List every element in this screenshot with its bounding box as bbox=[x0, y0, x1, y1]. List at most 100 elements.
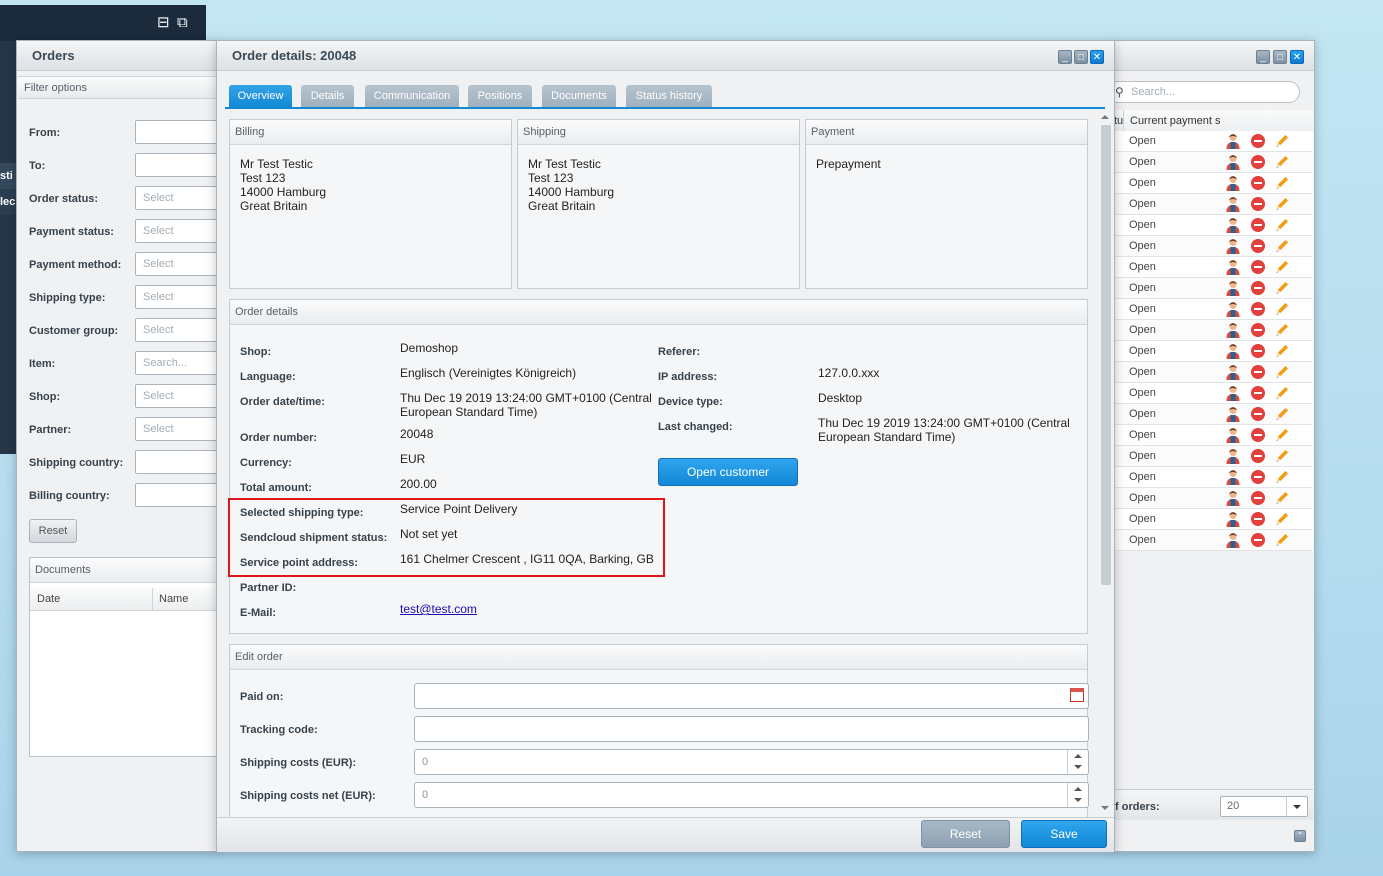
delete-icon[interactable] bbox=[1251, 365, 1265, 379]
table-row[interactable]: Open bbox=[1114, 467, 1312, 488]
table-row[interactable]: Open bbox=[1114, 152, 1312, 173]
customer-icon[interactable] bbox=[1226, 175, 1240, 191]
edit-icon[interactable] bbox=[1274, 490, 1290, 506]
delete-icon[interactable] bbox=[1251, 176, 1265, 190]
filter-input[interactable]: Select bbox=[135, 318, 225, 342]
edit-icon[interactable] bbox=[1274, 385, 1290, 401]
edit-icon[interactable] bbox=[1274, 301, 1290, 317]
edit-icon[interactable] bbox=[1274, 259, 1290, 275]
table-row[interactable]: Open bbox=[1114, 425, 1312, 446]
delete-icon[interactable] bbox=[1251, 428, 1265, 442]
table-row[interactable]: Open bbox=[1114, 404, 1312, 425]
customer-icon[interactable] bbox=[1226, 364, 1240, 380]
customer-icon[interactable] bbox=[1226, 511, 1240, 527]
delete-icon[interactable] bbox=[1251, 218, 1265, 232]
delete-icon[interactable] bbox=[1251, 407, 1265, 421]
delete-icon[interactable] bbox=[1251, 470, 1265, 484]
table-row[interactable]: Open bbox=[1114, 446, 1312, 467]
customer-icon[interactable] bbox=[1226, 532, 1240, 548]
chevron-down-icon[interactable] bbox=[1286, 797, 1307, 816]
customer-icon[interactable] bbox=[1226, 427, 1240, 443]
delete-icon[interactable] bbox=[1251, 155, 1265, 169]
filter-input[interactable]: Select bbox=[135, 417, 225, 441]
stepper-icon[interactable] bbox=[1067, 750, 1088, 774]
delete-icon[interactable] bbox=[1251, 197, 1265, 211]
tracking-code-field[interactable] bbox=[414, 716, 1089, 742]
customer-icon[interactable] bbox=[1226, 154, 1240, 170]
tab-positions[interactable]: Positions bbox=[468, 85, 532, 107]
delete-icon[interactable] bbox=[1251, 302, 1265, 316]
paid-on-field[interactable] bbox=[414, 683, 1089, 709]
table-row[interactable]: Open bbox=[1114, 215, 1312, 236]
filter-input[interactable] bbox=[135, 153, 225, 177]
scroll-down-icon[interactable] bbox=[1101, 806, 1109, 810]
delete-icon[interactable] bbox=[1251, 239, 1265, 253]
edit-icon[interactable] bbox=[1274, 238, 1290, 254]
customer-icon[interactable] bbox=[1226, 322, 1240, 338]
open-customer-button[interactable]: Open customer bbox=[658, 458, 798, 486]
stepper-icon[interactable] bbox=[1067, 783, 1088, 807]
customer-icon[interactable] bbox=[1226, 469, 1240, 485]
customer-icon[interactable] bbox=[1226, 196, 1240, 212]
filter-input[interactable] bbox=[135, 120, 225, 144]
table-row[interactable]: Open bbox=[1114, 173, 1312, 194]
delete-icon[interactable] bbox=[1251, 260, 1265, 274]
customer-icon[interactable] bbox=[1226, 406, 1240, 422]
edit-icon[interactable] bbox=[1274, 469, 1290, 485]
tab-communication[interactable]: Communication bbox=[365, 85, 459, 107]
detail-scrollbar[interactable] bbox=[1099, 113, 1111, 816]
filter-input[interactable]: Select bbox=[135, 384, 225, 408]
tab-status-history[interactable]: Status history bbox=[626, 85, 712, 107]
edit-icon[interactable] bbox=[1274, 322, 1290, 338]
filter-input[interactable]: Select bbox=[135, 186, 225, 210]
shipping-costs-net-field[interactable]: 0 bbox=[414, 782, 1089, 808]
edit-icon[interactable] bbox=[1274, 175, 1290, 191]
table-row[interactable]: Open bbox=[1114, 236, 1312, 257]
scroll-up-icon[interactable] bbox=[1101, 115, 1109, 119]
edit-icon[interactable] bbox=[1274, 427, 1290, 443]
close-button[interactable]: ✕ bbox=[1290, 50, 1304, 64]
scroll-thumb[interactable] bbox=[1101, 125, 1111, 585]
filter-input[interactable]: Select bbox=[135, 219, 225, 243]
customer-icon[interactable] bbox=[1226, 490, 1240, 506]
table-row[interactable]: Open bbox=[1114, 299, 1312, 320]
reset-filter-button[interactable]: Reset bbox=[29, 519, 77, 543]
search-field[interactable]: ⚲ Search... bbox=[1113, 81, 1300, 103]
filter-input[interactable] bbox=[135, 483, 225, 507]
column-status-partial[interactable]: tu bbox=[1114, 115, 1123, 127]
edit-icon[interactable] bbox=[1274, 217, 1290, 233]
maximize-button[interactable]: □ bbox=[1273, 50, 1287, 64]
external-link-icon[interactable]: ⧉ bbox=[177, 15, 188, 30]
customer-icon[interactable] bbox=[1226, 343, 1240, 359]
edit-icon[interactable] bbox=[1274, 154, 1290, 170]
filter-input[interactable]: Search... bbox=[135, 351, 225, 375]
column-current-payment-status[interactable]: Current payment s bbox=[1123, 110, 1225, 132]
table-row[interactable]: Open bbox=[1114, 341, 1312, 362]
delete-icon[interactable] bbox=[1251, 491, 1265, 505]
filter-input[interactable]: Select bbox=[135, 252, 225, 276]
column-name[interactable]: Name bbox=[152, 588, 188, 610]
edit-icon[interactable] bbox=[1274, 133, 1290, 149]
per-page-select[interactable]: 20 bbox=[1220, 796, 1308, 817]
collapse-up-icon[interactable]: ⌃ bbox=[1294, 830, 1306, 842]
table-row[interactable]: Open bbox=[1114, 257, 1312, 278]
save-button[interactable]: Save bbox=[1021, 820, 1107, 848]
edit-icon[interactable] bbox=[1274, 511, 1290, 527]
table-row[interactable]: Open bbox=[1114, 278, 1312, 299]
customer-icon[interactable] bbox=[1226, 301, 1240, 317]
edit-icon[interactable] bbox=[1274, 448, 1290, 464]
customer-icon[interactable] bbox=[1226, 238, 1240, 254]
edit-icon[interactable] bbox=[1274, 280, 1290, 296]
edit-icon[interactable] bbox=[1274, 532, 1290, 548]
minimize-all-icon[interactable]: ⊟ bbox=[157, 15, 170, 30]
table-row[interactable]: Open bbox=[1114, 530, 1312, 551]
table-row[interactable]: Open bbox=[1114, 131, 1312, 152]
shipping-costs-field[interactable]: 0 bbox=[414, 749, 1089, 775]
customer-icon[interactable] bbox=[1226, 133, 1240, 149]
table-row[interactable]: Open bbox=[1114, 509, 1312, 530]
column-date[interactable]: Date bbox=[37, 593, 60, 605]
delete-icon[interactable] bbox=[1251, 512, 1265, 526]
edit-icon[interactable] bbox=[1274, 343, 1290, 359]
table-row[interactable]: Open bbox=[1114, 488, 1312, 509]
minimize-button[interactable]: _ bbox=[1058, 50, 1072, 64]
